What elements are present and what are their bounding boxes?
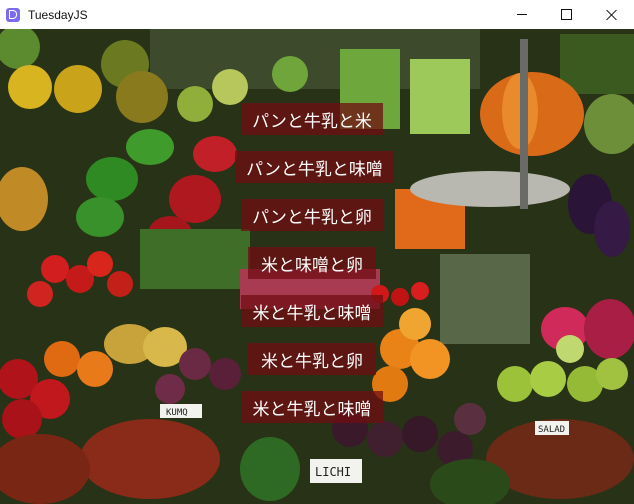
window-title: TuesdayJS bbox=[28, 7, 88, 22]
menu-item-7[interactable]: 米と牛乳と味噌 bbox=[241, 391, 383, 423]
menu-item-2[interactable]: パンと牛乳と味噌 bbox=[235, 151, 394, 183]
minimize-button[interactable] bbox=[499, 0, 544, 29]
menu-item-3[interactable]: パンと牛乳と卵 bbox=[241, 199, 383, 231]
menu-item-1[interactable]: パンと牛乳と米 bbox=[241, 103, 383, 135]
close-icon bbox=[606, 9, 618, 21]
menu-item-4[interactable]: 米と味噌と卵 bbox=[248, 247, 376, 279]
menu-item-5[interactable]: 米と牛乳と味噌 bbox=[241, 295, 383, 327]
title-bar[interactable]: TuesdayJS bbox=[0, 0, 634, 29]
close-button[interactable] bbox=[589, 0, 634, 29]
minimize-icon bbox=[516, 14, 527, 15]
app-window: TuesdayJS KUMQ LICHI SALAD パンと牛乳と米 パンと牛乳… bbox=[0, 0, 634, 504]
maximize-icon bbox=[561, 9, 572, 20]
window-controls bbox=[499, 0, 634, 29]
choice-menu: パンと牛乳と米 パンと牛乳と味噌 パンと牛乳と卵 米と味噌と卵 米と牛乳と味噌 … bbox=[0, 29, 634, 504]
maximize-button[interactable] bbox=[544, 0, 589, 29]
menu-item-6[interactable]: 米と牛乳と卵 bbox=[248, 343, 376, 375]
tuesdayjs-app-icon bbox=[6, 7, 20, 22]
